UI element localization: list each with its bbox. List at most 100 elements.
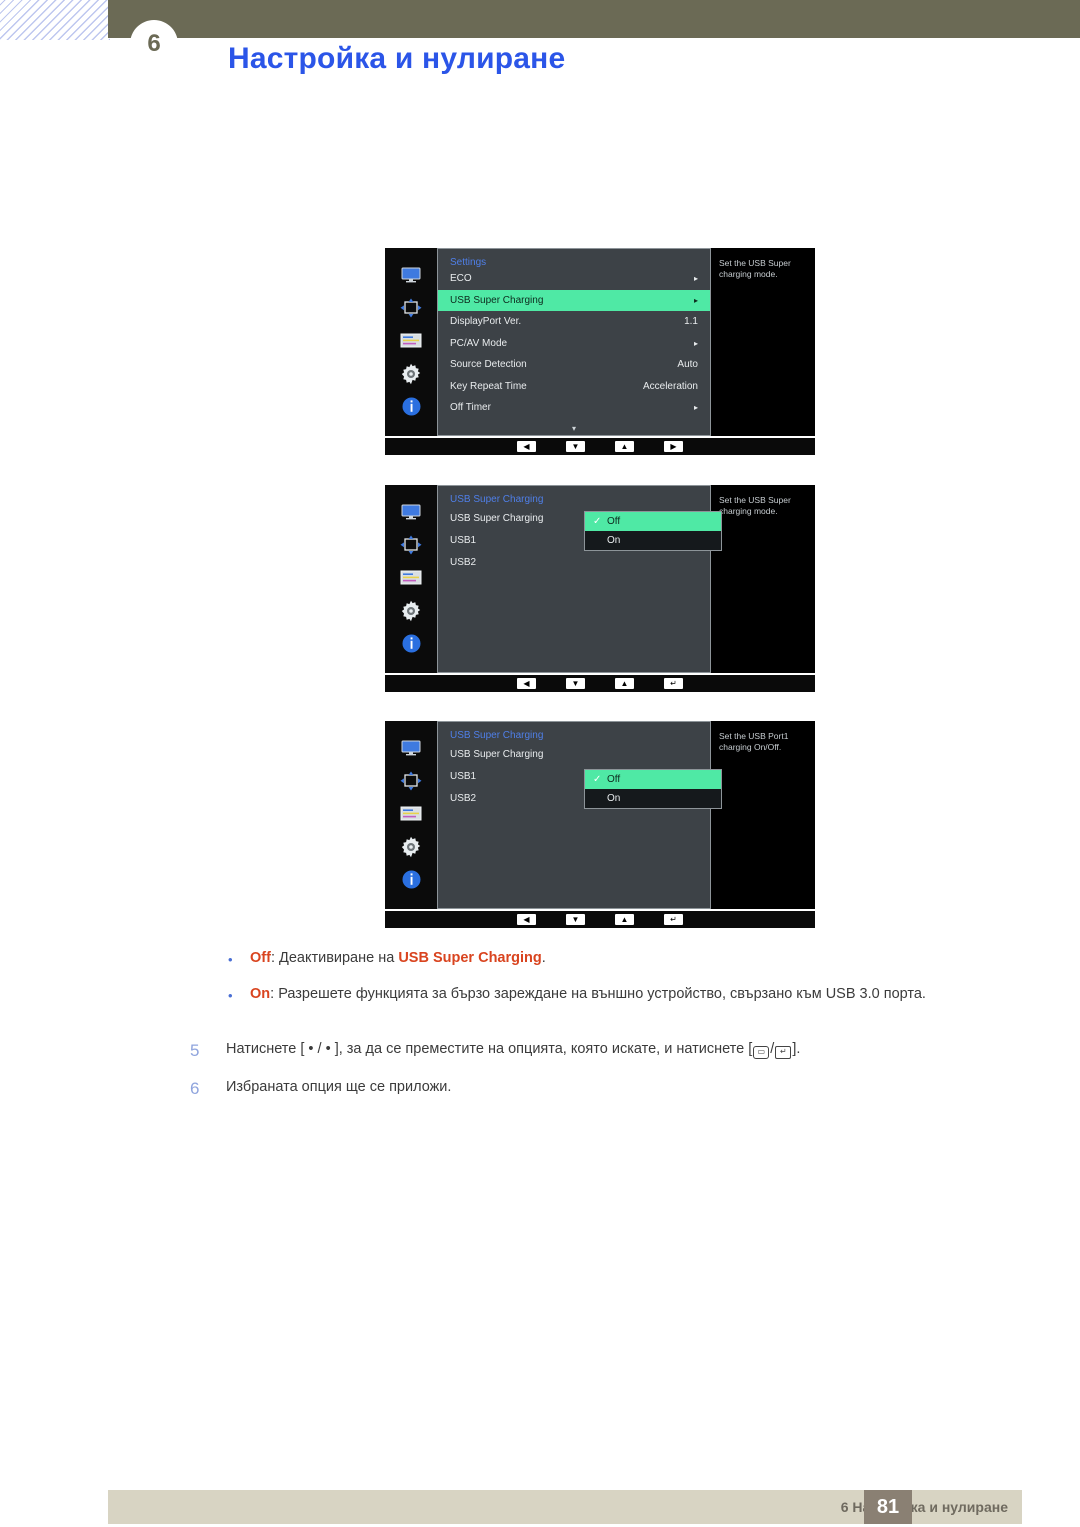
nav-up-icon[interactable]: ▲ — [615, 914, 634, 925]
osd-option-off[interactable]: ✓ Off — [585, 770, 721, 789]
header-olive-band — [108, 0, 1080, 38]
move-arrows-icon[interactable] — [385, 291, 437, 324]
osd-navigation-bar: ◀ ▼ ▲ ↵ — [385, 675, 815, 692]
osd-menu-panel: USB Super Charging USB Super Charging US… — [437, 485, 722, 673]
osd-row-label: USB1 — [450, 534, 477, 546]
osd-row-label: USB Super Charging — [450, 512, 544, 524]
step-text-part1: Избраната опция ще се приложи. — [226, 1079, 452, 1095]
osd-screenshot-settings: Settings ECO ▸ USB Super Charging ▸ Disp… — [385, 248, 815, 455]
osd-row-value: ▸ — [693, 295, 698, 305]
osd-icon-rail — [385, 248, 437, 436]
nav-up-icon[interactable]: ▲ — [615, 678, 634, 689]
osd-menu-row[interactable]: Source Detection Auto — [438, 354, 710, 376]
osd-option-popup: ✓ Off ✓ On — [584, 511, 722, 551]
bullet-item-off: • Off: Деактивиране на USB Super Chargin… — [228, 948, 546, 970]
osd-screenshot-usb1-charging: USB Super Charging USB Super Charging US… — [385, 721, 815, 928]
osd-help-text: Set the USB Port1 charging On/Off. — [711, 721, 815, 909]
window-key-icon: ▭ — [753, 1045, 770, 1059]
osd-option-popup: ✓ Off ✓ On — [584, 769, 722, 809]
onscreen-display-icon[interactable] — [385, 324, 437, 357]
step-text: Избраната опция ще се приложи. — [226, 1078, 451, 1098]
nav-left-icon[interactable]: ◀ — [517, 678, 536, 689]
osd-option-on[interactable]: ✓ On — [585, 531, 721, 550]
info-icon[interactable] — [385, 863, 437, 896]
nav-down-icon[interactable]: ▼ — [566, 441, 585, 452]
osd-menu-row[interactable]: PC/AV Mode ▸ — [438, 333, 710, 355]
move-arrows-icon[interactable] — [385, 528, 437, 561]
osd-row-label: USB Super Charging — [450, 748, 544, 760]
monitor-icon[interactable] — [385, 495, 437, 528]
nav-enter-icon[interactable]: ↵ — [664, 914, 683, 925]
osd-row-label: USB Super Charging — [450, 294, 544, 306]
nav-right-icon[interactable]: ▶ — [664, 441, 683, 452]
bullet-text: On: Разрешете функцията за бързо зарежда… — [250, 984, 926, 1006]
osd-row-label: ECO — [450, 273, 472, 285]
osd-menu-title: USB Super Charging — [450, 730, 544, 741]
osd-menu-row[interactable]: USB Super Charging — [438, 743, 710, 765]
step-number: 5 — [190, 1041, 200, 1060]
nav-left-icon[interactable]: ◀ — [517, 914, 536, 925]
osd-row-value: Acceleration — [642, 380, 698, 392]
osd-menu-row[interactable]: ECO ▸ — [438, 268, 710, 290]
osd-menu-title: Settings — [450, 257, 487, 268]
osd-row-label: Key Repeat Time — [450, 380, 527, 392]
check-icon-placeholder: ✓ — [593, 535, 607, 546]
monitor-icon[interactable] — [385, 731, 437, 764]
onscreen-display-icon[interactable] — [385, 797, 437, 830]
osd-row-label: DisplayPort Ver. — [450, 316, 522, 328]
step-number: 6 — [190, 1079, 200, 1098]
bullet-tail: . — [541, 950, 546, 966]
bullet-dot-icon: • — [228, 988, 233, 1003]
osd-menu-row-selected[interactable]: USB Super Charging ▸ — [438, 289, 710, 311]
move-arrows-icon[interactable] — [385, 764, 437, 797]
page-number-box: 81 — [864, 1490, 912, 1524]
osd-screenshot-usb-super-charging: USB Super Charging USB Super Charging US… — [385, 485, 815, 692]
bullet-keyword: On — [250, 986, 271, 1002]
nav-enter-icon[interactable]: ↵ — [664, 678, 683, 689]
osd-option-label: Off — [607, 516, 621, 527]
bullet-item-on: • On: Разрешете функцията за бързо зареж… — [228, 984, 926, 1006]
osd-icon-rail — [385, 721, 437, 909]
osd-row-label: USB2 — [450, 792, 477, 804]
bullet-body: : Деактивиране на — [270, 950, 399, 966]
gear-icon[interactable] — [385, 830, 437, 863]
bullet-text: Off: Деактивиране на USB Super Charging. — [250, 948, 546, 970]
osd-row-label: Source Detection — [450, 359, 527, 371]
osd-option-label: On — [607, 535, 621, 546]
nav-left-icon[interactable]: ◀ — [517, 441, 536, 452]
osd-menu-row[interactable]: Off Timer ▸ — [438, 397, 710, 419]
step-text: Натиснете [ • / • ], за да се преместите… — [226, 1040, 800, 1060]
osd-row-label: Off Timer — [450, 402, 491, 414]
osd-option-off[interactable]: ✓ Off — [585, 512, 721, 531]
osd-menu-row[interactable]: USB2 — [438, 551, 710, 573]
osd-menu-row[interactable]: Key Repeat Time Acceleration — [438, 376, 710, 398]
nav-down-icon[interactable]: ▼ — [566, 914, 585, 925]
bullet-keyword: Off — [250, 950, 271, 966]
bullet-body: : Разрешете функцията за бързо зареждане… — [270, 986, 926, 1002]
osd-menu-row[interactable]: DisplayPort Ver. 1.1 — [438, 311, 710, 333]
osd-navigation-bar: ◀ ▼ ▲ ↵ — [385, 911, 815, 928]
gear-icon[interactable] — [385, 594, 437, 627]
header-hatch-pattern — [0, 0, 110, 40]
nav-up-icon[interactable]: ▲ — [615, 441, 634, 452]
monitor-icon[interactable] — [385, 258, 437, 291]
info-icon[interactable] — [385, 627, 437, 660]
step-item-5: 5 Натиснете [ • / • ], за да се премести… — [190, 1040, 800, 1061]
onscreen-display-icon[interactable] — [385, 561, 437, 594]
osd-option-on[interactable]: ✓ On — [585, 789, 721, 808]
check-icon: ✓ — [593, 516, 602, 527]
info-icon[interactable] — [385, 390, 437, 423]
osd-menu-title: USB Super Charging — [450, 494, 544, 505]
osd-row-label: USB2 — [450, 556, 477, 568]
gear-icon[interactable] — [385, 357, 437, 390]
osd-option-label: Off — [607, 774, 621, 785]
nav-down-icon[interactable]: ▼ — [566, 678, 585, 689]
scroll-down-caret-icon[interactable]: ▾ — [572, 424, 576, 433]
bullet-highlight: USB Super Charging — [398, 950, 542, 966]
bullet-dot-icon: • — [228, 952, 233, 967]
check-icon-placeholder: ✓ — [593, 793, 607, 804]
osd-row-label: PC/AV Mode — [450, 337, 508, 349]
osd-row-value: 1.1 — [684, 316, 698, 328]
osd-row-label: USB1 — [450, 770, 477, 782]
osd-help-text: Set the USB Super charging mode. — [711, 485, 815, 673]
